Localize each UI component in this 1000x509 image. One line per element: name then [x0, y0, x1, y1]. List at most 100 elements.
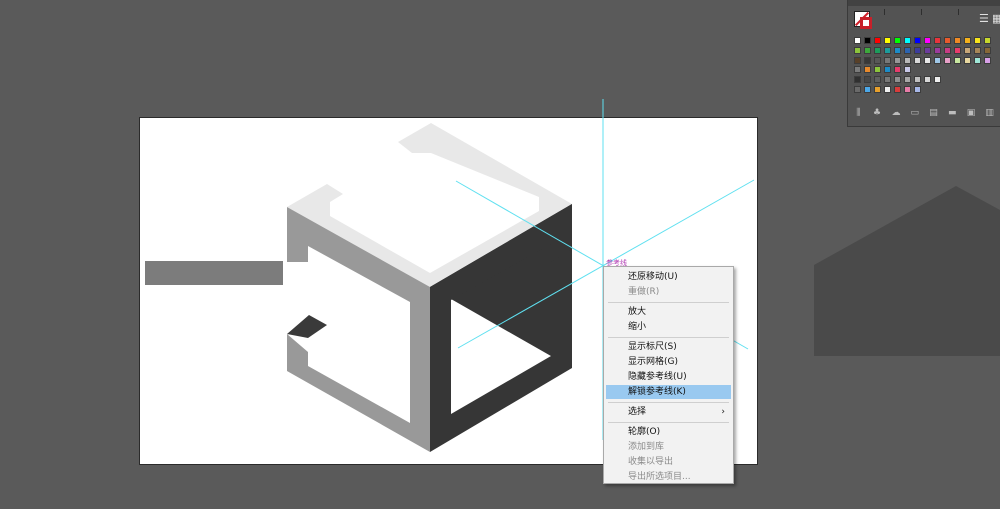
color-swatch[interactable] — [854, 57, 861, 64]
menu-item-label: 显示网格(G) — [628, 357, 678, 367]
color-swatch[interactable] — [934, 37, 941, 44]
grid-view-icon[interactable]: ▦ — [992, 13, 1000, 24]
color-swatch[interactable] — [864, 86, 871, 93]
color-swatch[interactable] — [904, 37, 911, 44]
menu-item-label: 放大 — [628, 307, 647, 317]
new-swatch-icon[interactable]: ▣ — [967, 109, 976, 118]
color-swatch[interactable] — [924, 47, 931, 54]
color-swatch[interactable] — [884, 86, 891, 93]
color-swatch[interactable] — [854, 66, 861, 73]
menu-item-label: 还原移动(U) — [628, 272, 678, 282]
color-swatch[interactable] — [874, 37, 881, 44]
color-swatch[interactable] — [894, 66, 901, 73]
color-swatch[interactable] — [964, 37, 971, 44]
color-swatch[interactable] — [914, 47, 921, 54]
color-swatch[interactable] — [884, 57, 891, 64]
swatch-kind-icon[interactable]: ♣ — [873, 109, 882, 118]
stroke-swatch[interactable] — [860, 17, 872, 29]
color-swatch[interactable] — [904, 57, 911, 64]
color-swatch[interactable] — [934, 76, 941, 83]
panel-tab[interactable] — [885, 9, 922, 15]
menu-item: 导出所选项目... — [606, 470, 731, 484]
color-swatch[interactable] — [914, 57, 921, 64]
color-swatch[interactable] — [854, 47, 861, 54]
menu-item-label: 收集以导出 — [628, 457, 674, 467]
color-swatch[interactable] — [884, 37, 891, 44]
color-swatch[interactable] — [864, 57, 871, 64]
menu-item[interactable]: 轮廓(O) — [606, 425, 731, 439]
color-swatch[interactable] — [934, 57, 941, 64]
menu-item[interactable]: 缩小 — [606, 320, 731, 334]
color-swatch[interactable] — [874, 76, 881, 83]
cube-left-notch[interactable] — [287, 315, 327, 338]
color-swatch[interactable] — [944, 47, 951, 54]
menu-item[interactable]: 隐藏参考线(U) — [606, 370, 731, 384]
color-swatch[interactable] — [924, 76, 931, 83]
menu-item-label: 解锁参考线(K) — [628, 387, 686, 397]
color-swatch[interactable] — [864, 47, 871, 54]
color-swatch[interactable] — [854, 86, 861, 93]
color-swatch[interactable] — [854, 37, 861, 44]
color-swatch[interactable] — [984, 47, 991, 54]
color-swatch[interactable] — [914, 86, 921, 93]
color-swatch[interactable] — [944, 57, 951, 64]
panel-tabs[interactable] — [848, 0, 1000, 15]
color-swatch[interactable] — [894, 47, 901, 54]
color-swatch[interactable] — [974, 47, 981, 54]
swatch-grid — [854, 37, 998, 95]
color-swatch[interactable] — [894, 86, 901, 93]
color-swatch[interactable] — [874, 47, 881, 54]
color-swatch[interactable] — [954, 47, 961, 54]
folder-icon[interactable]: ▬ — [948, 109, 957, 118]
color-swatch[interactable] — [864, 37, 871, 44]
menu-item-label: 轮廓(O) — [628, 427, 661, 437]
color-swatch[interactable] — [904, 66, 911, 73]
color-swatch[interactable] — [894, 76, 901, 83]
color-swatch[interactable] — [904, 76, 911, 83]
menu-item[interactable]: 解锁参考线(K) — [606, 385, 731, 399]
color-swatch[interactable] — [884, 66, 891, 73]
color-swatch[interactable] — [904, 47, 911, 54]
menu-item[interactable]: 还原移动(U) — [606, 270, 731, 284]
color-swatch[interactable] — [984, 37, 991, 44]
color-swatch[interactable] — [984, 57, 991, 64]
color-swatch[interactable] — [914, 76, 921, 83]
color-swatch[interactable] — [894, 37, 901, 44]
menu-item-label: 选择 — [628, 407, 647, 417]
color-swatch[interactable] — [864, 76, 871, 83]
group-icon[interactable]: ▤ — [929, 109, 938, 118]
color-swatch[interactable] — [954, 57, 961, 64]
gray-bar[interactable] — [145, 261, 283, 285]
color-swatch[interactable] — [934, 47, 941, 54]
color-swatch[interactable] — [884, 76, 891, 83]
color-swatch[interactable] — [944, 37, 951, 44]
list-view-icon[interactable]: ☰ — [979, 13, 989, 24]
fill-stroke-icon[interactable] — [854, 11, 874, 31]
color-swatch[interactable] — [874, 86, 881, 93]
color-swatch[interactable] — [974, 57, 981, 64]
color-swatch[interactable] — [954, 37, 961, 44]
menu-item[interactable]: 放大 — [606, 305, 731, 319]
panel-tab[interactable] — [922, 9, 959, 15]
color-swatch[interactable] — [894, 57, 901, 64]
color-swatch[interactable] — [974, 37, 981, 44]
menu-item-label: 添加到库 — [628, 442, 665, 452]
color-swatch[interactable] — [854, 76, 861, 83]
menu-item[interactable]: 选择 › — [606, 405, 731, 419]
color-swatch[interactable] — [964, 47, 971, 54]
color-swatch[interactable] — [864, 66, 871, 73]
color-swatch[interactable] — [874, 66, 881, 73]
color-swatch[interactable] — [924, 37, 931, 44]
delete-icon[interactable]: ▥ — [985, 109, 994, 118]
color-swatch[interactable] — [874, 57, 881, 64]
color-swatch[interactable] — [964, 57, 971, 64]
color-swatch[interactable] — [884, 47, 891, 54]
cloud-icon[interactable]: ☁ — [891, 109, 900, 118]
color-swatch[interactable] — [924, 57, 931, 64]
options-icon[interactable]: ▭ — [910, 109, 920, 118]
menu-item[interactable]: 显示网格(G) — [606, 355, 731, 369]
menu-item[interactable]: 显示标尺(S) — [606, 340, 731, 354]
color-swatch[interactable] — [914, 37, 921, 44]
color-swatch[interactable] — [904, 86, 911, 93]
library-icon[interactable]: ⫼ — [854, 109, 863, 118]
